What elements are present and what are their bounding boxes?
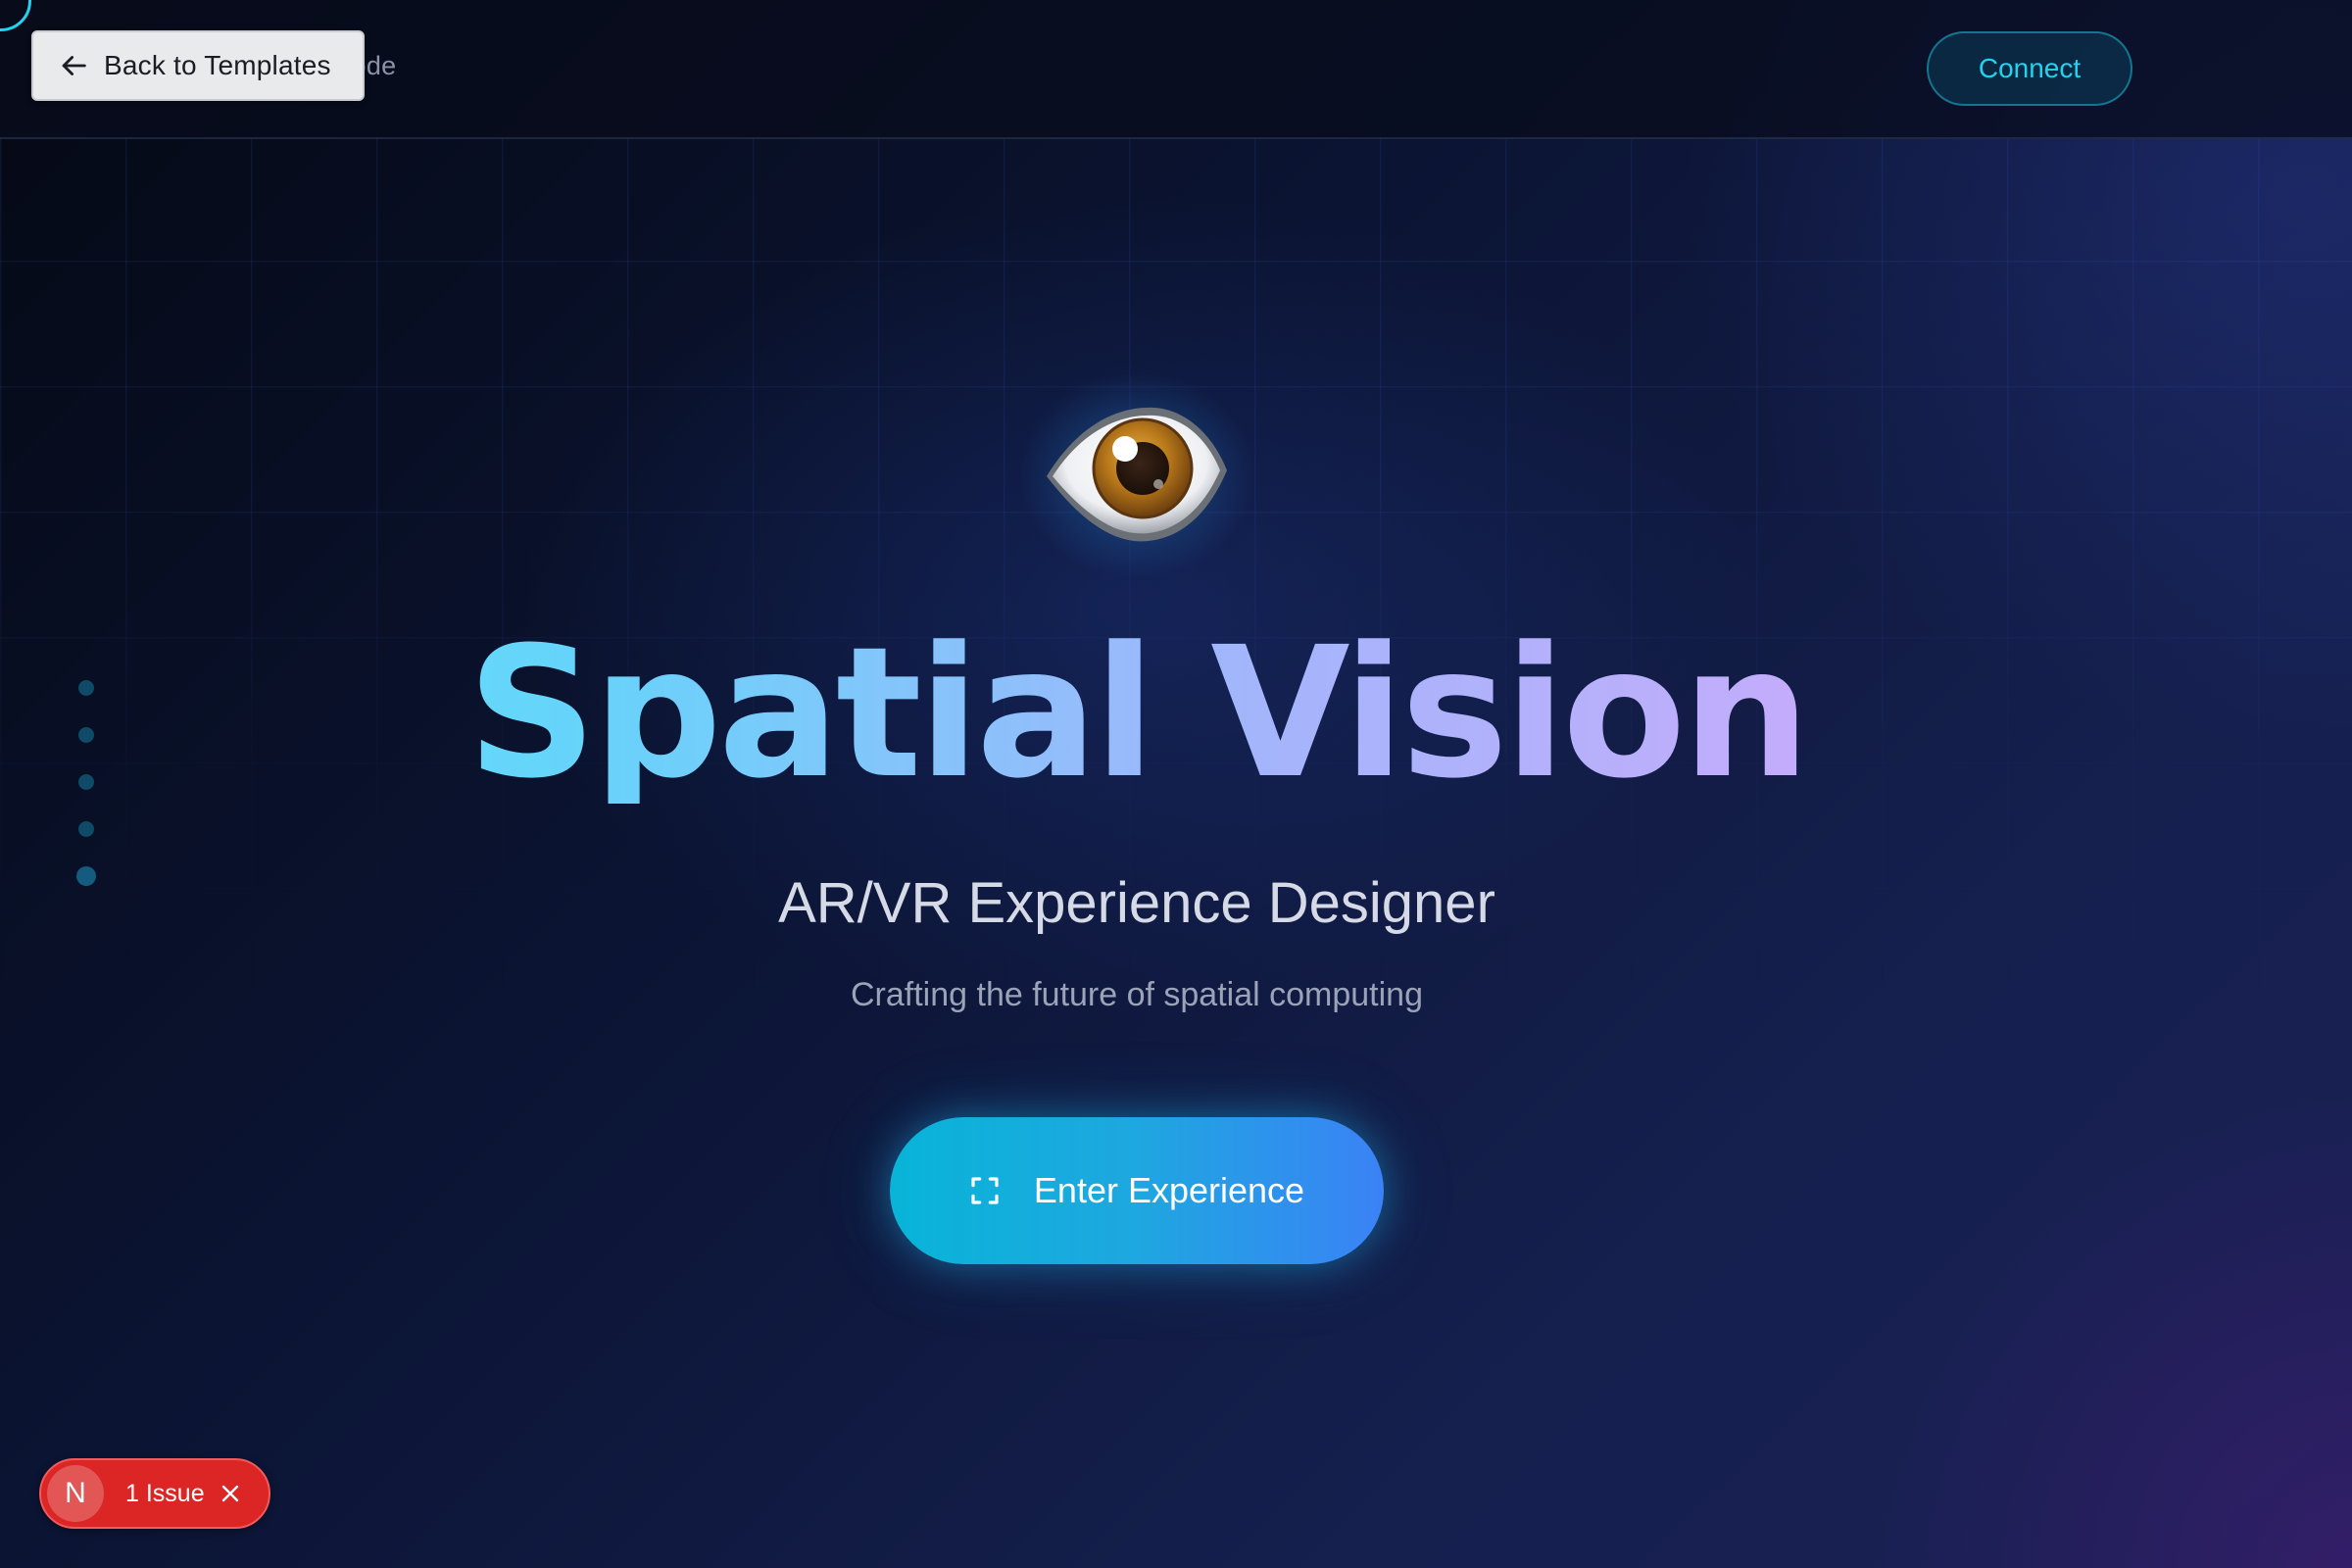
nav-dot-3[interactable] — [78, 774, 94, 790]
enter-experience-button[interactable]: Enter Experience — [890, 1117, 1384, 1264]
dev-issues-badge[interactable]: N 1 Issue — [39, 1458, 270, 1529]
back-button-label: Back to Templates — [104, 50, 331, 80]
hero-tagline: Crafting the future of spatial computing — [851, 976, 1423, 1013]
background-grid — [0, 137, 2352, 1568]
section-nav-dots — [76, 680, 96, 896]
nav-dot-5[interactable] — [76, 866, 96, 886]
next-logo-icon: N — [47, 1465, 104, 1522]
issue-count-label: 1 Issue — [125, 1479, 205, 1507]
eye-emoji-graphic — [1047, 407, 1227, 542]
hero-subtitle: AR/VR Experience Designer — [778, 871, 1495, 935]
hero-title: Spatial Vision — [0, 623, 2274, 804]
back-to-templates-button[interactable]: Back to Templates — [31, 30, 365, 101]
eye-icon — [1009, 363, 1264, 588]
loading-ring-icon — [0, 0, 31, 31]
arrow-left-icon — [62, 56, 86, 75]
app-canvas: ial Mode Connect Back to Templates — [0, 0, 2352, 1568]
enter-experience-label: Enter Experience — [1033, 1170, 1305, 1210]
nav-dot-4[interactable] — [78, 821, 94, 837]
connect-button[interactable]: Connect — [1927, 31, 2132, 106]
nav-dot-2[interactable] — [78, 727, 94, 743]
nav-dot-1[interactable] — [78, 680, 94, 696]
fullscreen-icon — [971, 1177, 999, 1204]
close-icon[interactable] — [219, 1482, 242, 1505]
